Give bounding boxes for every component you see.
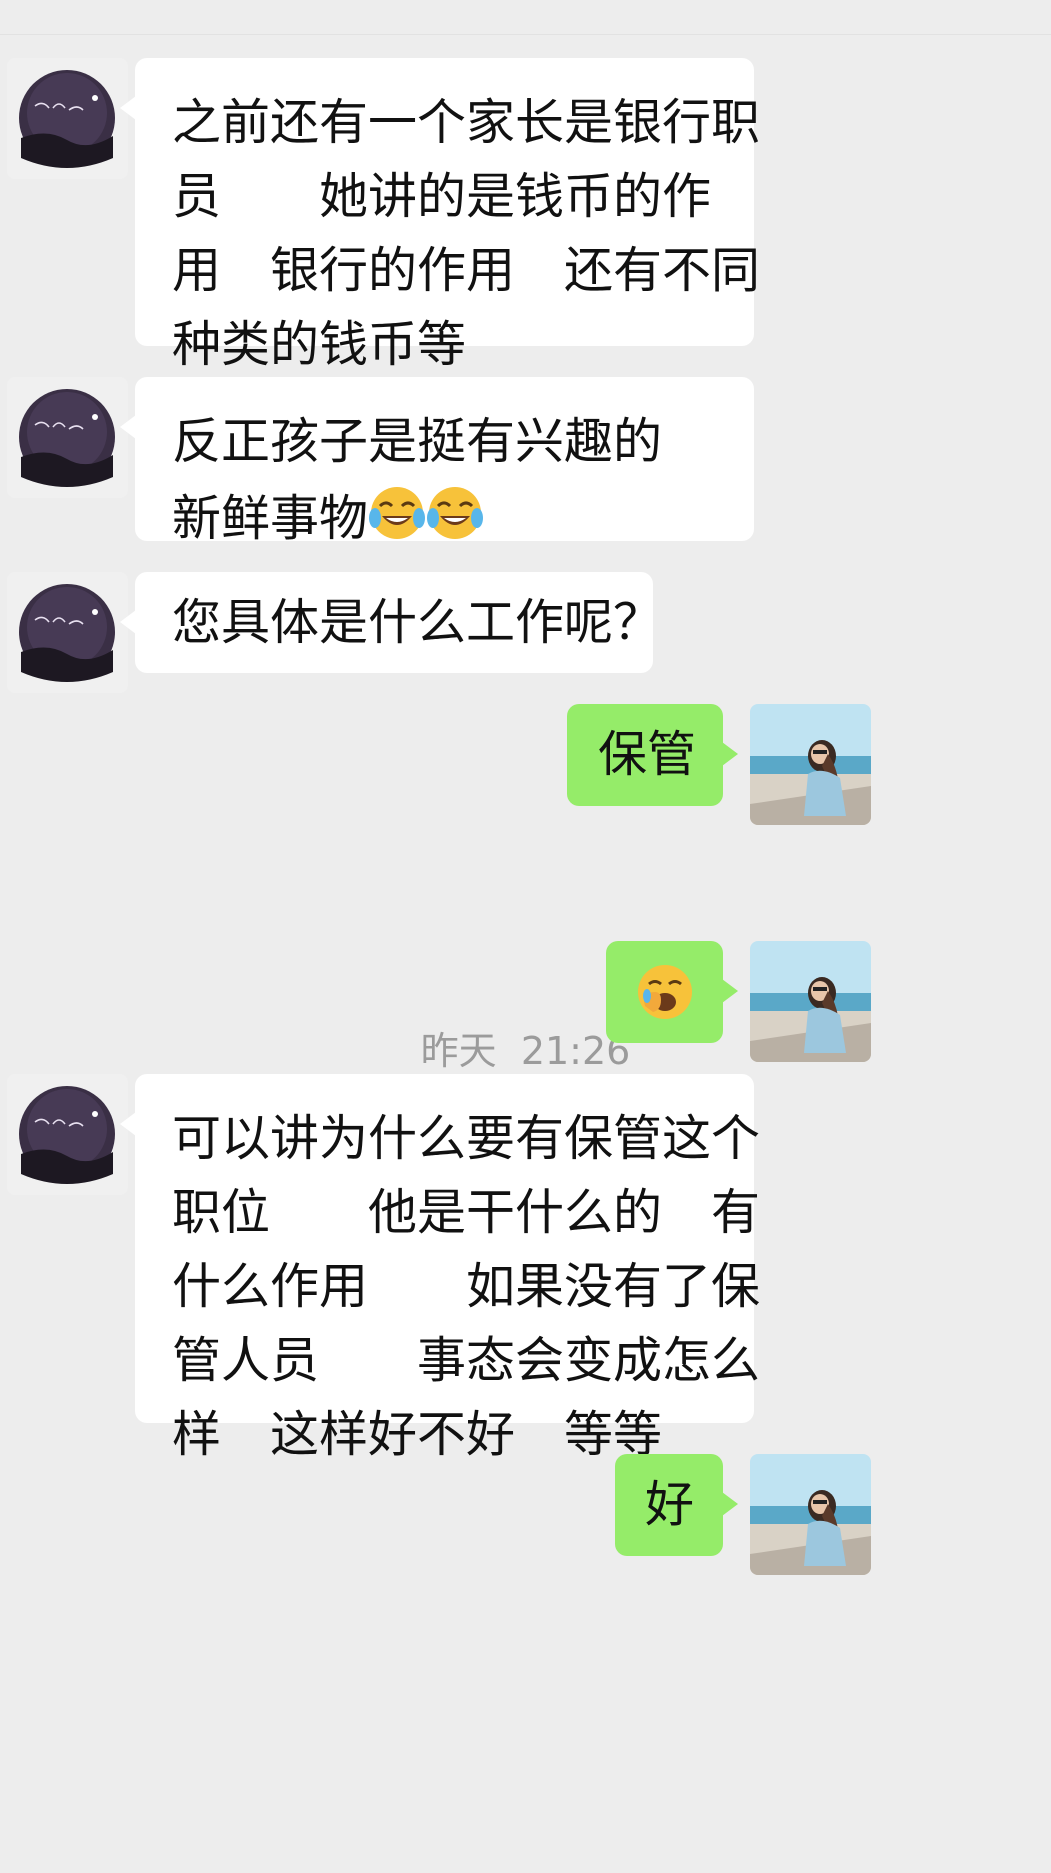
message-bubble-incoming[interactable]: 您具体是什么工作呢？ bbox=[135, 572, 663, 673]
my-avatar[interactable] bbox=[750, 1454, 871, 1575]
message-bubble-incoming[interactable]: 反正孩子是挺有兴趣的 新鲜事物 bbox=[135, 377, 754, 547]
chat-timestamp: 昨天 21:26 bbox=[420, 1029, 631, 1073]
my-avatar-image bbox=[750, 1454, 871, 1575]
contact-avatar[interactable] bbox=[7, 58, 128, 179]
message-text-line: 种类的钱币等 bbox=[172, 316, 467, 373]
contact-avatar-image bbox=[7, 572, 128, 693]
message-text-line: 您具体是什么工作呢？ bbox=[172, 594, 663, 651]
message-text-line: 反正孩子是挺有兴趣的 bbox=[172, 413, 663, 470]
bubble-tail bbox=[120, 96, 136, 120]
bubble-tail bbox=[120, 610, 136, 634]
message-text-line: 之前还有一个家长是银行职 bbox=[172, 94, 761, 151]
message-text-line: 好 bbox=[645, 1476, 695, 1533]
bubble-tail bbox=[722, 979, 738, 1003]
top-divider bbox=[0, 34, 1051, 35]
message-bubble-outgoing[interactable]: 保管 bbox=[567, 704, 723, 806]
bubble-tail bbox=[722, 742, 738, 766]
my-avatar[interactable] bbox=[750, 941, 871, 1062]
message-text-line: 新鲜事物 bbox=[172, 479, 718, 556]
my-avatar-image bbox=[750, 941, 871, 1062]
contact-avatar[interactable] bbox=[7, 572, 128, 693]
tears-of-joy-emoji bbox=[427, 487, 484, 539]
message-text-line: 管人员 事态会变成怎么 bbox=[172, 1332, 761, 1389]
yawning-face-emoji bbox=[637, 965, 692, 1019]
message-text-segment: 新鲜事物 bbox=[172, 489, 369, 547]
message-text-line: 员 她讲的是钱币的作 bbox=[172, 168, 712, 225]
message-text-line: 可以讲为什么要有保管这个 bbox=[172, 1110, 761, 1167]
bubble-tail bbox=[120, 1112, 136, 1136]
message-text-line: 什么作用 如果没有了保 bbox=[172, 1258, 761, 1315]
contact-avatar[interactable] bbox=[7, 1074, 128, 1195]
message-bubble-outgoing[interactable]: 好 bbox=[615, 1454, 723, 1556]
message-bubble-incoming[interactable]: 可以讲为什么要有保管这个 职位 他是干什么的 有 什么作用 如果没有了保 管人员… bbox=[135, 1074, 761, 1463]
contact-avatar-image bbox=[7, 377, 128, 498]
my-avatar[interactable] bbox=[750, 704, 871, 825]
contact-avatar[interactable] bbox=[7, 377, 128, 498]
my-avatar-image bbox=[750, 704, 871, 825]
contact-avatar-image bbox=[7, 1074, 128, 1195]
message-text-line: 用 银行的作用 还有不同 bbox=[172, 242, 761, 299]
message-bubble-incoming[interactable]: 之前还有一个家长是银行职 员 她讲的是钱币的作 用 银行的作用 还有不同 种类的… bbox=[135, 58, 761, 373]
message-text-line: 职位 他是干什么的 有 bbox=[172, 1184, 761, 1241]
message-bubble-outgoing[interactable] bbox=[606, 941, 723, 1043]
bubble-tail bbox=[722, 1492, 738, 1516]
bubble-tail bbox=[120, 415, 136, 439]
tears-of-joy-emoji bbox=[369, 487, 426, 539]
contact-avatar-image bbox=[7, 58, 128, 179]
message-text-line: 保管 bbox=[598, 726, 697, 783]
